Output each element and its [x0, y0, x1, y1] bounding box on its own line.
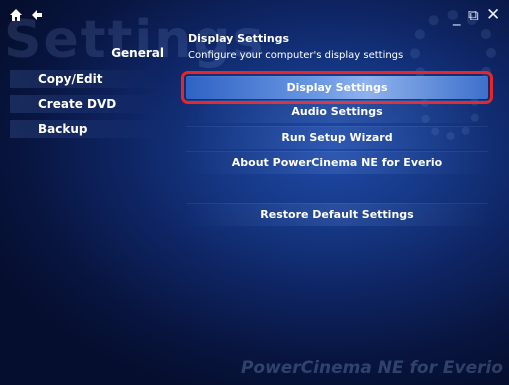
close-icon[interactable]: ✕ — [486, 7, 500, 24]
section-heading-general: General — [111, 46, 164, 60]
menu-item-audio-settings[interactable]: Audio Settings — [186, 100, 488, 123]
app-window: Settings _ ⧉ ✕ General Copy/Edit Create … — [0, 0, 509, 385]
home-icon[interactable] — [9, 8, 23, 22]
page-subtitle: Configure your computer's display settin… — [188, 50, 404, 61]
menu-item-run-setup-wizard[interactable]: Run Setup Wizard — [186, 126, 488, 149]
sidebar-item-copy-edit[interactable]: Copy/Edit — [10, 70, 160, 88]
menu-item-about[interactable]: About PowerCinema NE for Everio — [186, 151, 488, 174]
sidebar-item-backup[interactable]: Backup — [10, 120, 160, 138]
menu-item-display-settings[interactable]: Display Settings — [181, 71, 493, 104]
sidebar-item-create-dvd[interactable]: Create DVD — [10, 95, 160, 113]
back-arrow-icon[interactable] — [31, 9, 43, 21]
menu-item-restore-defaults[interactable]: Restore Default Settings — [186, 203, 488, 226]
brand-logo: PowerCinema NE for Everio — [240, 358, 503, 378]
minimize-icon[interactable]: _ — [453, 9, 461, 25]
page-title: Display Settings — [188, 32, 290, 45]
restore-icon[interactable]: ⧉ — [468, 7, 479, 23]
